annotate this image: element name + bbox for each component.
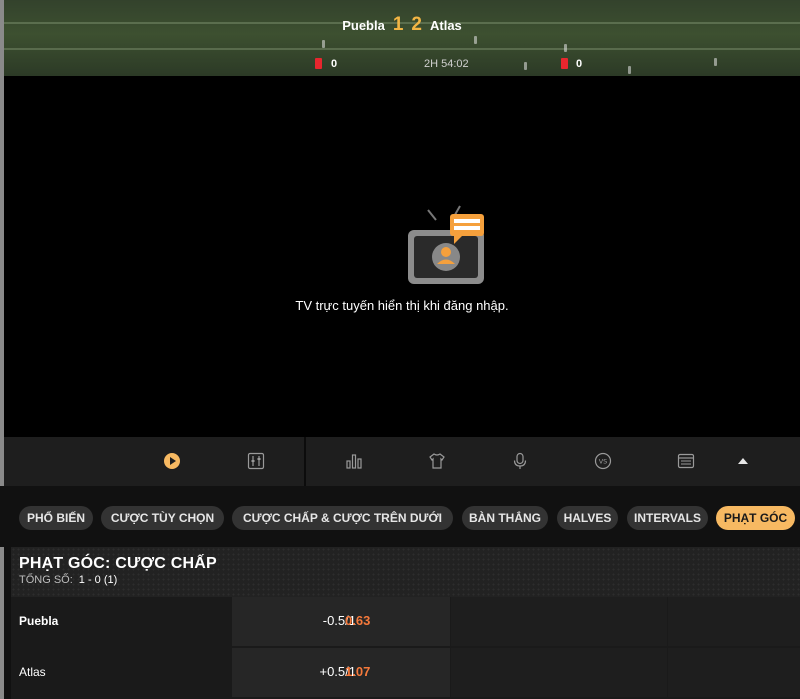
tab-ban-thang[interactable]: BÀN THẮNG — [462, 506, 548, 530]
home-score: 1 — [392, 14, 404, 35]
statistics-button[interactable] — [342, 449, 366, 473]
match-clock: 2H 54:02 — [424, 58, 469, 70]
odds-value: 1.07 — [345, 664, 371, 679]
head-to-head-button[interactable]: VS — [591, 449, 615, 473]
collapse-button[interactable] — [731, 449, 755, 473]
market-rows: Puebla -0.5/1 0.63 Atlas +0.5/1 1.07 — [11, 597, 800, 699]
tab-intervals[interactable]: INTERVALS — [627, 506, 708, 530]
tab-pho-bien[interactable]: PHỔ BIẾN — [19, 506, 93, 530]
tab-cuoc-chap-tren-duoi[interactable]: CƯỢC CHẤP & CƯỢC TRÊN DƯỚI — [232, 506, 453, 530]
login-required-message: TV trực tuyến hiển thị khi đăng nhập. — [295, 298, 509, 313]
market-row: Puebla -0.5/1 0.63 — [11, 597, 800, 646]
versus-icon: VS — [594, 452, 612, 470]
schedule-icon — [677, 453, 695, 469]
bar-chart-icon — [346, 454, 362, 469]
jersey-icon — [429, 453, 445, 469]
away-red-card-count: 0 — [576, 58, 583, 70]
play-icon — [164, 453, 180, 469]
lineup-button[interactable] — [425, 449, 449, 473]
stats-panel-button[interactable] — [244, 449, 268, 473]
player-figure — [322, 40, 325, 48]
red-card-icon — [561, 58, 568, 69]
empty-odds-cell — [451, 597, 667, 646]
toolbar-divider — [304, 437, 306, 486]
market-header[interactable]: PHẠT GÓC: CƯỢC CHẤP TỔNG SỐ: 1 - 0 (1) — [11, 547, 800, 597]
tab-halves[interactable]: HALVES — [557, 506, 618, 530]
market-row: Atlas +0.5/1 1.07 — [11, 648, 800, 697]
red-card-icon — [315, 58, 322, 69]
empty-odds-cell — [668, 597, 800, 646]
home-team-name: Puebla — [342, 17, 385, 33]
score-row: Puebla 1 2 Atlas — [4, 14, 800, 36]
away-score: 2 — [411, 14, 422, 35]
player-figure — [564, 44, 567, 52]
stats-panel-icon — [247, 452, 265, 470]
empty-odds-cell — [451, 648, 667, 697]
market-title: PHẠT GÓC: CƯỢC CHẤP — [19, 555, 217, 572]
row-team-name: Puebla — [19, 614, 59, 628]
empty-odds-cell — [668, 648, 800, 697]
media-toolbar: VS — [4, 437, 800, 486]
tab-phat-goc[interactable]: PHẠT GÓC — [716, 506, 795, 530]
commentary-button[interactable] — [508, 449, 532, 473]
tv-icon — [408, 205, 484, 284]
home-red-card-count: 0 — [331, 58, 338, 70]
market-total-label: TỔNG SỐ: — [19, 574, 73, 586]
collapse-up-icon — [738, 458, 748, 464]
pitch-line — [4, 48, 800, 50]
live-tv-area: TV trực tuyến hiển thị khi đăng nhập. — [4, 76, 800, 437]
schedule-button[interactable] — [674, 449, 698, 473]
market-total-value: 1 - 0 (1) — [78, 574, 118, 586]
svg-text:VS: VS — [599, 458, 608, 466]
player-figure — [474, 36, 477, 44]
match-info-row: 0 2H 54:02 0 — [4, 56, 800, 72]
tab-cuoc-tuy-chon[interactable]: CƯỢC TÙY CHỌN — [101, 506, 224, 530]
row-team-name: Atlas — [19, 665, 46, 679]
market-total: TỔNG SỐ: 1 - 0 (1) — [19, 574, 117, 586]
microphone-icon — [513, 452, 527, 469]
scoreboard: Puebla 1 2 Atlas 0 2H 54:02 0 — [4, 0, 800, 76]
odds-button[interactable]: -0.5/1 0.63 — [232, 597, 450, 646]
odds-value: 0.63 — [345, 613, 371, 628]
market-tabs: PHỔ BIẾN CƯỢC TÙY CHỌN CƯỢC CHẤP & CƯỢC … — [0, 486, 800, 547]
away-team-name: Atlas — [429, 17, 462, 33]
play-button[interactable] — [160, 449, 184, 473]
odds-button[interactable]: +0.5/1 1.07 — [232, 648, 450, 697]
